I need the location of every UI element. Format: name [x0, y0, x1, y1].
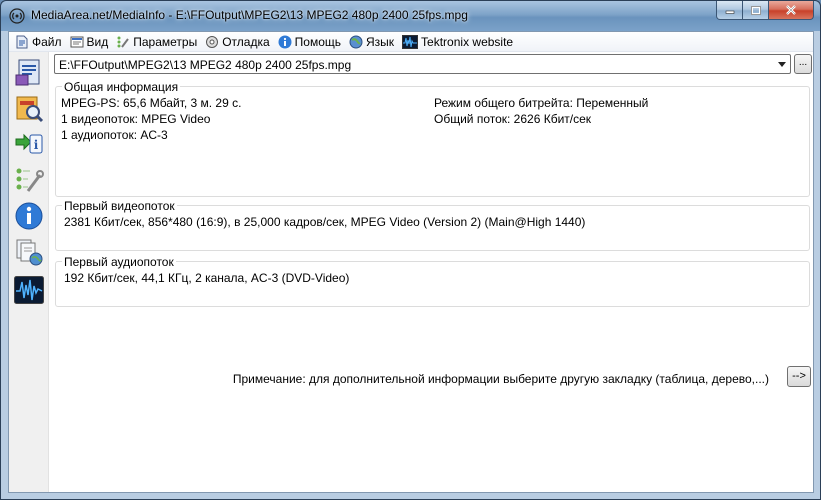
menu-tektronix-website[interactable]: Tektronix website — [399, 32, 518, 52]
menu-tektronix-label: Tektronix website — [421, 34, 514, 49]
preferences-icon — [16, 168, 44, 192]
open-file-icon — [15, 59, 40, 86]
close-button[interactable] — [769, 1, 814, 20]
options-icon — [117, 36, 130, 48]
general-info-line: Режим общего битрейта: Переменный — [434, 96, 649, 110]
sidebar-website-button[interactable] — [13, 236, 45, 268]
browse-button[interactable]: ... — [794, 54, 812, 74]
menu-help-label: Помощь — [294, 34, 341, 49]
svg-text:i: i — [34, 138, 39, 152]
menu-view-label: Вид — [86, 34, 109, 49]
dropdown-arrow-icon — [778, 62, 786, 67]
website-icon — [16, 239, 43, 266]
maximize-button[interactable] — [743, 1, 769, 20]
sidebar-preferences-button[interactable] — [13, 164, 45, 196]
close-icon — [786, 5, 796, 15]
file-dropdown[interactable]: E:\FFOutput\MPEG2\13 MPEG2 480p 2400 25f… — [54, 54, 791, 74]
window-title: MediaArea.net/MediaInfo - E:\FFOutput\MP… — [31, 8, 468, 22]
export-icon: i — [15, 133, 43, 154]
menu-bar: Файл Вид Параметры Отладка Помощь Язык T… — [9, 32, 813, 52]
file-selector: E:\FFOutput\MPEG2\13 MPEG2 480p 2400 25f… — [54, 54, 812, 74]
general-info-line: 1 аудиопоток: AC-3 — [61, 128, 168, 142]
video-stream-info: 2381 Кбит/сек, 856*480 (16:9), в 25,000 … — [64, 215, 586, 229]
general-info-group: Общая информация MPEG-PS: 65,6 Мбайт, 3 … — [55, 80, 810, 197]
client-area: Файл Вид Параметры Отладка Помощь Язык T… — [8, 31, 814, 493]
general-info-title: Общая информация — [62, 80, 181, 94]
footer-note: Примечание: для дополнительной информаци… — [232, 372, 769, 386]
menu-file-label: Файл — [32, 34, 62, 49]
open-folder-icon — [16, 96, 44, 123]
general-info-line: 1 видеопоток: MPEG Video — [61, 112, 211, 126]
window-controls — [716, 1, 814, 21]
sidebar-tektronix-button[interactable] — [13, 274, 45, 306]
menu-language[interactable]: Язык — [346, 32, 399, 52]
menu-view[interactable]: Вид — [67, 32, 114, 52]
tektronix-waveform-icon — [14, 276, 44, 304]
general-info-line: MPEG-PS: 65,6 Мбайт, 3 м. 29 с. — [61, 96, 242, 110]
video-stream-title: Первый видеопоток — [62, 199, 177, 213]
minimize-button[interactable] — [716, 1, 743, 20]
more-info-button[interactable]: --> — [787, 366, 811, 387]
audio-stream-info: 192 Кбит/сек, 44,1 КГц, 2 канала, AC-3 (… — [64, 271, 350, 285]
general-info-line: Общий поток: 2626 Кбит/сек — [434, 112, 592, 126]
mediainfo-window: MediaArea.net/MediaInfo - E:\FFOutput\MP… — [0, 0, 821, 500]
language-icon — [349, 35, 363, 48]
sidebar-open-folder-button[interactable] — [13, 92, 45, 124]
audio-stream-group: Первый аудиопоток 192 Кбит/сек, 44,1 КГц… — [55, 255, 810, 307]
sidebar-open-file-button[interactable] — [13, 56, 45, 88]
menu-language-label: Язык — [366, 34, 395, 49]
file-dropdown-value: E:\FFOutput\MPEG2\13 MPEG2 480p 2400 25f… — [59, 58, 352, 72]
help-icon — [278, 35, 292, 48]
mediainfo-logo-icon — [9, 8, 25, 24]
menu-debug[interactable]: Отладка — [202, 32, 274, 52]
title-bar[interactable]: MediaArea.net/MediaInfo - E:\FFOutput\MP… — [1, 1, 820, 31]
sidebar-export-button[interactable]: i — [13, 128, 45, 160]
view-icon — [70, 36, 84, 47]
audio-stream-title: Первый аудиопоток — [62, 255, 176, 269]
minimize-icon — [725, 10, 734, 14]
menu-debug-label: Отладка — [222, 34, 270, 49]
menu-help[interactable]: Помощь — [275, 32, 346, 52]
menu-options-label: Параметры — [133, 34, 198, 49]
file-icon — [16, 35, 28, 48]
tektronix-icon — [402, 34, 419, 49]
debug-icon — [206, 35, 219, 48]
video-stream-group: Первый видеопоток 2381 Кбит/сек, 856*480… — [55, 199, 810, 251]
about-icon — [15, 202, 43, 230]
sidebar-toolbar: i — [9, 52, 49, 492]
sidebar-about-button[interactable] — [13, 200, 45, 232]
menu-options[interactable]: Параметры — [113, 32, 202, 52]
maximize-icon — [750, 5, 761, 15]
menu-file[interactable]: Файл — [12, 32, 67, 52]
